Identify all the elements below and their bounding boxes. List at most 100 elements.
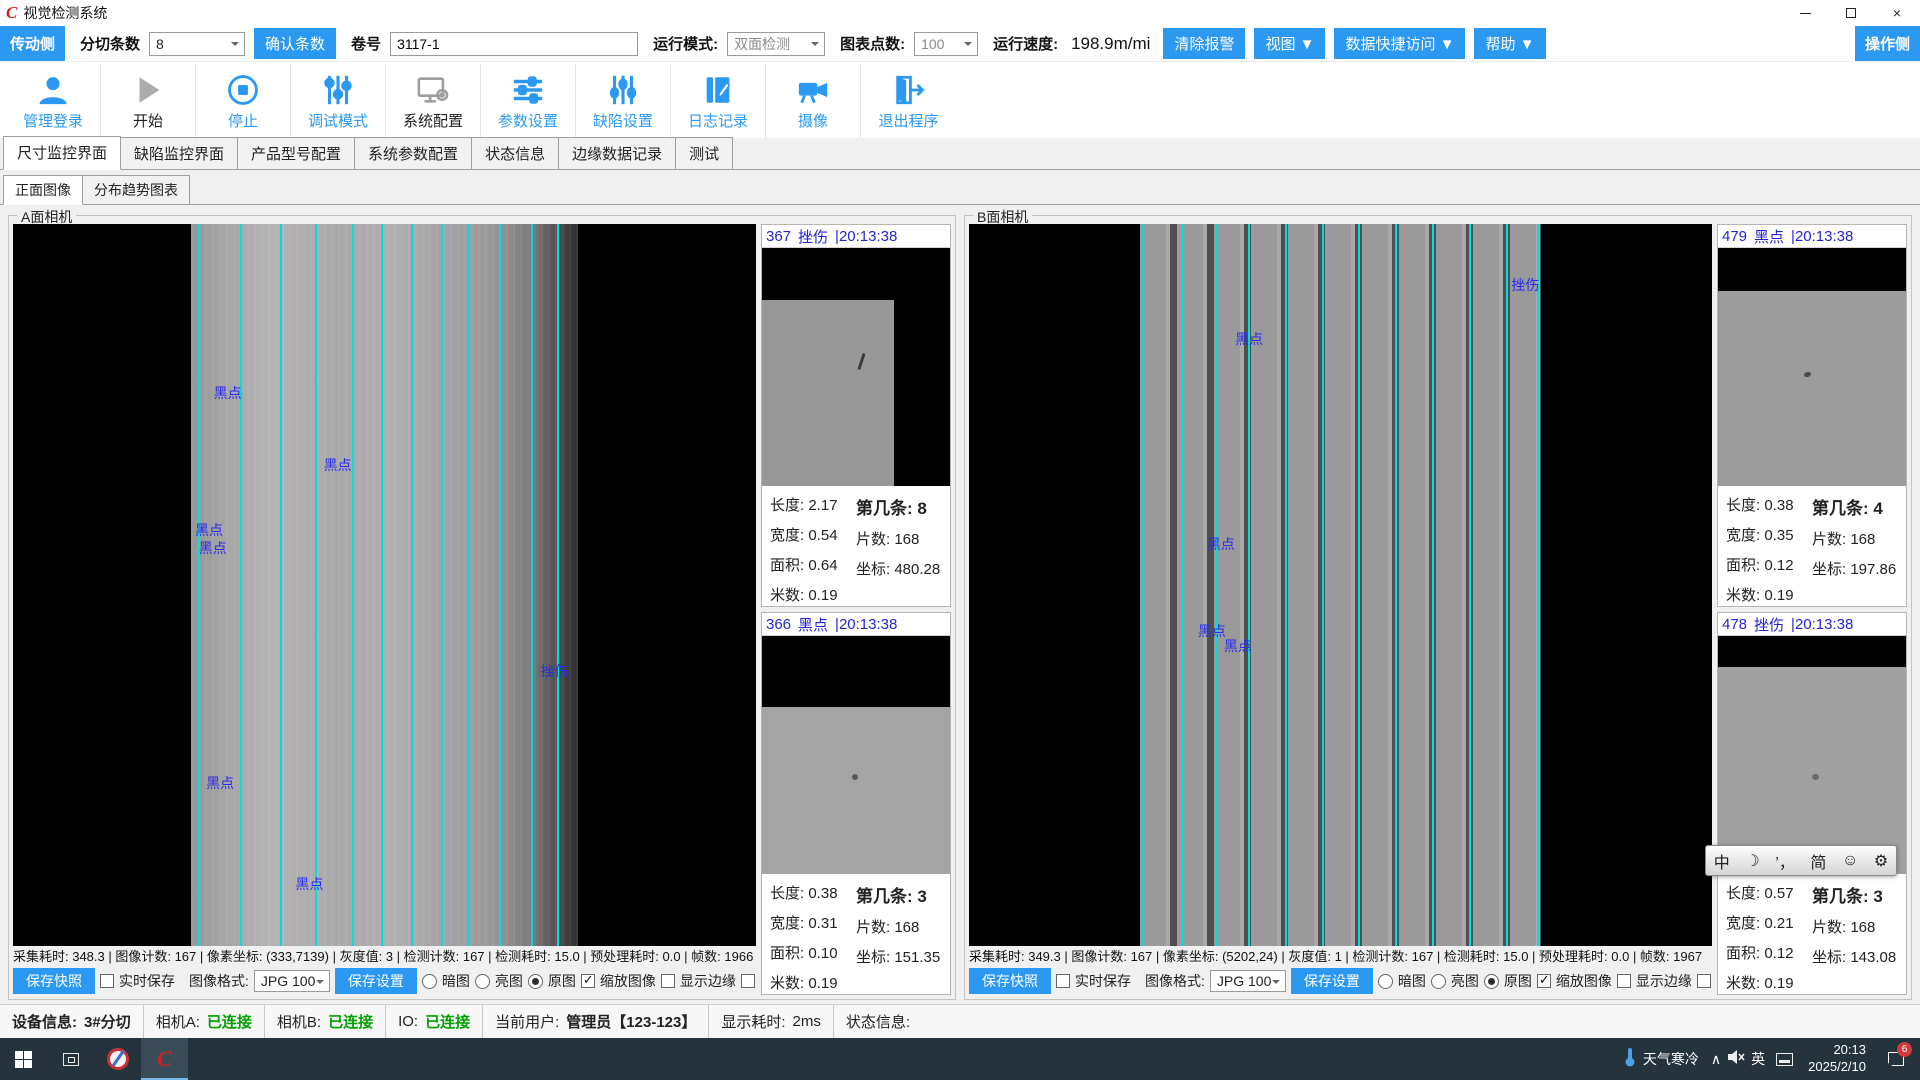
tab-product-model-config[interactable]: 产品型号配置 <box>237 137 355 169</box>
realtime-save-checkbox[interactable] <box>100 974 114 988</box>
tab-size-monitor[interactable]: 尺寸监控界面 <box>3 136 121 170</box>
confirm-count-button[interactable]: 确认条数 <box>254 28 336 59</box>
ime-simplified-toggle[interactable]: 简 <box>1810 849 1826 873</box>
defect-type: 挫伤 <box>1754 614 1784 635</box>
save-settings-button[interactable]: 保存设置 <box>335 968 417 994</box>
start-button[interactable] <box>0 1038 47 1080</box>
system-config-button[interactable]: 系统配置 <box>386 64 481 138</box>
task-view-button[interactable] <box>47 1038 94 1080</box>
camera-a-image[interactable]: 黑点黑点黑点黑点挫伤黑点黑点 <box>13 224 756 946</box>
exit-program-button[interactable]: 退出程序 <box>861 64 956 138</box>
weather-widget[interactable]: 天气寒冷 <box>1637 1049 1705 1069</box>
save-settings-button[interactable]: 保存设置 <box>1291 968 1373 994</box>
strip-edge-line <box>197 224 199 946</box>
close-button[interactable]: × <box>1874 0 1920 26</box>
ime-language-indicator[interactable]: 英 <box>1745 1049 1771 1069</box>
roll-number-input[interactable] <box>390 32 638 56</box>
camera-b-image[interactable]: 挫伤黑点黑点黑点黑点 <box>969 224 1712 946</box>
capture-button[interactable]: 摄像 <box>766 64 861 138</box>
run-mode-select[interactable]: 双面检测 <box>727 32 825 56</box>
defect-thumbnail[interactable] <box>1718 636 1906 874</box>
tab-status-info[interactable]: 状态信息 <box>471 137 559 169</box>
length-label: 长度: <box>1726 497 1760 514</box>
ime-punctuation-toggle[interactable]: ’， <box>1775 849 1795 873</box>
save-snapshot-button[interactable]: 保存快照 <box>969 968 1051 994</box>
image-format-select[interactable]: JPG 100 <box>1210 970 1286 992</box>
tab-system-param-config[interactable]: 系统参数配置 <box>354 137 472 169</box>
taskbar-app-1[interactable] <box>94 1038 141 1080</box>
data-quick-access-menu-button[interactable]: 数据快捷访问 ▼ <box>1334 28 1465 59</box>
zoom-image-checkbox[interactable] <box>581 974 595 988</box>
strip-edge-line <box>411 224 413 946</box>
show-edges-checkbox[interactable] <box>661 974 675 988</box>
material-strips-b <box>1140 224 1541 946</box>
save-snapshot-button[interactable]: 保存快照 <box>13 968 95 994</box>
pieces-label: 片数: <box>1812 919 1846 936</box>
strip-edge-line <box>557 224 559 946</box>
defect-label: 黑点 <box>295 874 323 894</box>
show-strips-checkbox[interactable] <box>1697 974 1711 988</box>
show-strips-checkbox[interactable] <box>741 974 755 988</box>
tool-label: 停止 <box>228 110 258 131</box>
zoom-image-checkbox[interactable] <box>1537 974 1551 988</box>
camera-a-conn-status: 已连接 <box>207 1011 252 1032</box>
tab-defect-monitor[interactable]: 缺陷监控界面 <box>120 137 238 169</box>
meters-label: 米数: <box>1726 587 1760 604</box>
dark-image-radio[interactable] <box>1378 974 1393 989</box>
bright-image-radio[interactable] <box>1431 974 1446 989</box>
defect-seq: 366 <box>766 616 791 633</box>
view-menu-button[interactable]: 视图 ▼ <box>1254 28 1325 59</box>
defect-thumbnail[interactable] <box>762 636 950 874</box>
stop-button[interactable]: 停止 <box>196 64 291 138</box>
realtime-save-checkbox[interactable] <box>1056 974 1070 988</box>
log-record-button[interactable]: 日志记录 <box>671 64 766 138</box>
strip-edge-line <box>531 224 533 946</box>
dark-image-label: 暗图 <box>1398 971 1426 991</box>
original-image-radio[interactable] <box>528 974 543 989</box>
taskbar-clock[interactable]: 20:13 2025/2/10 <box>1798 1042 1876 1076</box>
ime-settings-gear-icon[interactable]: ⚙ <box>1874 851 1888 871</box>
defect-settings-button[interactable]: 缺陷设置 <box>576 64 671 138</box>
ime-toolbar[interactable]: 中 ☽ ’， 简 ☺ ⚙ <box>1705 845 1897 876</box>
touch-keyboard-icon[interactable] <box>1776 1053 1793 1066</box>
tray-expand-arrow[interactable]: ∧ <box>1705 1051 1727 1068</box>
bright-image-radio[interactable] <box>475 974 490 989</box>
ime-halfwidth-icon[interactable]: ☽ <box>1745 851 1759 871</box>
start-button[interactable]: 开始 <box>101 64 196 138</box>
strip-edge-line <box>1469 224 1471 946</box>
taskbar: C 天气寒冷 ∧ 英 20:13 2025/2/10 6 <box>0 1038 1920 1080</box>
tab-test[interactable]: 测试 <box>675 137 733 169</box>
original-image-radio[interactable] <box>1484 974 1499 989</box>
taskbar-app-active[interactable]: C <box>141 1038 188 1080</box>
ime-emoji-icon[interactable]: ☺ <box>1842 852 1858 870</box>
help-menu-button[interactable]: 帮助 ▼ <box>1474 28 1545 59</box>
defect-mark <box>1812 774 1819 780</box>
tab-edge-data-record[interactable]: 边缘数据记录 <box>558 137 676 169</box>
slit-count-select[interactable]: 8 <box>149 32 245 56</box>
show-edges-checkbox[interactable] <box>1617 974 1631 988</box>
chart-points-select[interactable]: 100 <box>914 32 978 56</box>
camera-a-controls: 保存快照 实时保存 图像格式: JPG 100 保存设置 暗图 亮图 原图 缩放… <box>13 967 756 995</box>
action-center-button[interactable]: 6 <box>1876 1038 1916 1080</box>
volume-muted-icon[interactable] <box>1727 1049 1745 1069</box>
image-format-select[interactable]: JPG 100 <box>254 970 330 992</box>
drive-side-button[interactable]: 传动侧 <box>0 26 65 61</box>
meters-label: 米数: <box>1726 975 1760 992</box>
ime-chinese-mode[interactable]: 中 <box>1714 849 1730 873</box>
sub-tabs: 正面图像 分布趋势图表 <box>0 175 1920 205</box>
maximize-button[interactable] <box>1828 0 1874 26</box>
dark-image-radio[interactable] <box>422 974 437 989</box>
clear-alarm-button[interactable]: 清除报警 <box>1163 28 1245 59</box>
debug-mode-button[interactable]: 调试模式 <box>291 64 386 138</box>
admin-login-button[interactable]: 管理登录 <box>6 64 101 138</box>
strip-edge-line <box>381 224 383 946</box>
operate-side-button[interactable]: 操作侧 <box>1855 26 1920 61</box>
display-time-segment: 显示耗时: 2ms <box>709 1005 834 1038</box>
subtab-front-image[interactable]: 正面图像 <box>3 175 83 205</box>
minimize-button[interactable] <box>1782 0 1828 26</box>
defect-thumbnail[interactable] <box>762 248 950 486</box>
camera-b-connection: 相机B: 已连接 <box>265 1005 386 1038</box>
param-settings-button[interactable]: 参数设置 <box>481 64 576 138</box>
defect-thumbnail[interactable] <box>1718 248 1906 486</box>
subtab-distribution-chart[interactable]: 分布趋势图表 <box>82 175 190 204</box>
